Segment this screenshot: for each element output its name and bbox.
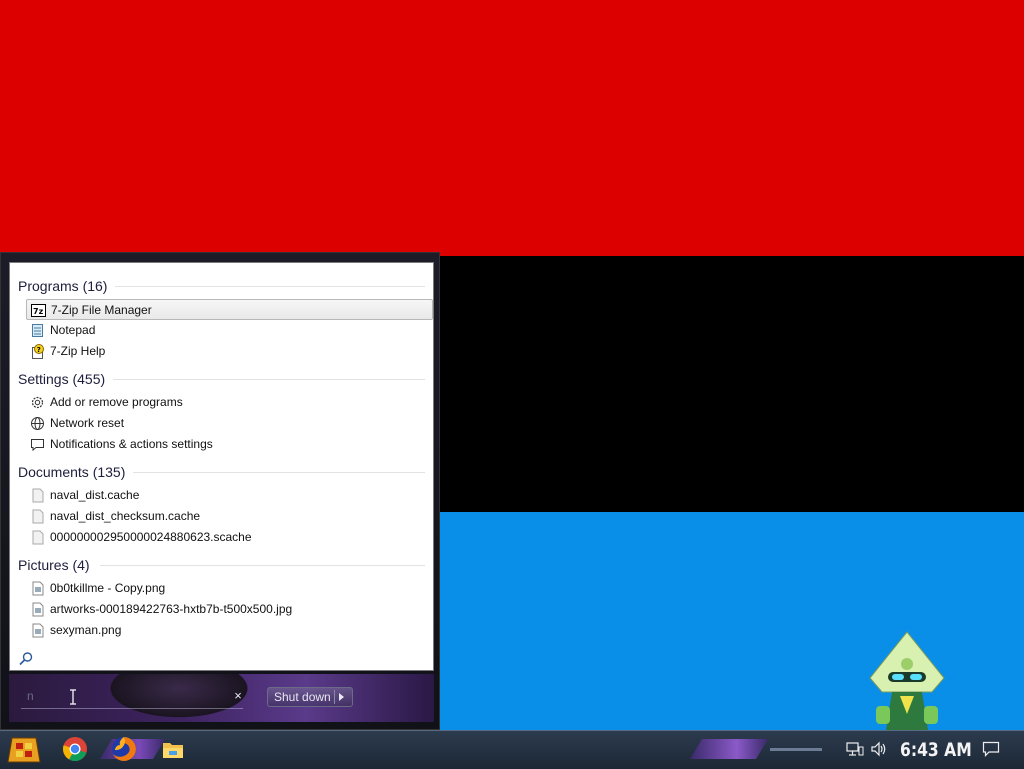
result-item-label: Notifications & actions settings bbox=[50, 437, 213, 451]
search-input-text: n bbox=[27, 689, 34, 703]
result-item-label: 000000002950000024880623.scache bbox=[50, 530, 252, 544]
image-file-icon bbox=[30, 581, 45, 596]
group-divider bbox=[100, 565, 425, 566]
text-cursor-icon bbox=[70, 689, 76, 705]
group-divider bbox=[100, 286, 425, 287]
chrome-icon[interactable] bbox=[62, 736, 88, 762]
taskbar-decoration bbox=[690, 739, 768, 759]
search-input[interactable]: n × bbox=[21, 686, 243, 709]
result-item-label: 7-Zip Help bbox=[50, 344, 106, 358]
globe-icon bbox=[30, 416, 45, 431]
result-item-label: Network reset bbox=[50, 416, 125, 430]
firefox-icon[interactable] bbox=[111, 736, 137, 762]
shutdown-options-arrow-icon[interactable] bbox=[339, 693, 344, 701]
result-item-label: naval_dist.cache bbox=[50, 488, 140, 502]
notification-icon bbox=[30, 437, 45, 452]
result-item-notepad[interactable]: Notepad bbox=[26, 320, 430, 341]
file-explorer-icon[interactable] bbox=[160, 736, 186, 762]
result-item-document[interactable]: 000000002950000024880623.scache bbox=[26, 527, 430, 548]
taskbar: 6:43 AM bbox=[0, 730, 1024, 769]
taskbar-decoration bbox=[770, 748, 822, 751]
shutdown-button[interactable]: Shut down bbox=[267, 687, 353, 707]
svg-text:7z: 7z bbox=[33, 307, 44, 316]
wallpaper-red-band bbox=[0, 0, 1024, 256]
search-bar-area: n × Shut down bbox=[9, 674, 434, 722]
network-icon[interactable] bbox=[846, 741, 864, 757]
result-item-7zip-help[interactable]: ? 7-Zip Help bbox=[26, 341, 430, 362]
result-item-document[interactable]: naval_dist.cache bbox=[26, 485, 430, 506]
result-item-picture[interactable]: sexyman.png bbox=[26, 620, 430, 641]
svg-text:?: ? bbox=[37, 346, 41, 354]
result-item-7zip-file-manager[interactable]: 7z 7-Zip File Manager bbox=[26, 299, 433, 320]
see-more-results-icon[interactable] bbox=[18, 651, 34, 667]
start-menu: Programs (16) 7z 7-Zip File Manager Note… bbox=[0, 252, 440, 730]
action-center-icon[interactable] bbox=[982, 741, 1000, 757]
image-file-icon bbox=[30, 602, 45, 617]
group-title: Pictures (4) bbox=[18, 555, 98, 575]
start-orb-icon[interactable] bbox=[6, 734, 42, 766]
file-icon bbox=[30, 488, 45, 503]
result-item-label: Add or remove programs bbox=[50, 395, 183, 409]
group-title: Settings (455) bbox=[18, 369, 114, 389]
volume-icon[interactable] bbox=[870, 741, 888, 757]
result-item-label: 7-Zip File Manager bbox=[51, 303, 152, 317]
result-item-label: naval_dist_checksum.cache bbox=[50, 509, 201, 523]
result-item-picture[interactable]: artworks-000189422763-hxtb7b-t500x500.jp… bbox=[26, 599, 430, 620]
result-item-document[interactable]: naval_dist_checksum.cache bbox=[26, 506, 430, 527]
result-item-picture[interactable]: 0b0tkillme - Copy.png bbox=[26, 578, 430, 599]
character-decoration bbox=[869, 631, 945, 730]
search-results-panel: Programs (16) 7z 7-Zip File Manager Note… bbox=[9, 262, 434, 671]
taskbar-clock[interactable]: 6:43 AM bbox=[900, 737, 972, 763]
help-file-icon: ? bbox=[30, 344, 45, 359]
result-item-add-remove-programs[interactable]: Add or remove programs bbox=[26, 392, 430, 413]
group-title: Programs (16) bbox=[18, 276, 116, 296]
shutdown-label: Shut down bbox=[274, 690, 331, 704]
group-title: Documents (135) bbox=[18, 462, 134, 482]
image-file-icon bbox=[30, 623, 45, 638]
clear-search-button[interactable]: × bbox=[231, 688, 245, 703]
group-divider bbox=[100, 472, 425, 473]
7zip-icon: 7z bbox=[31, 303, 46, 318]
result-item-label: 0b0tkillme - Copy.png bbox=[50, 581, 166, 595]
gear-icon bbox=[30, 395, 45, 410]
result-item-label: sexyman.png bbox=[50, 623, 122, 637]
shutdown-divider bbox=[334, 690, 335, 704]
result-item-network-reset[interactable]: Network reset bbox=[26, 413, 430, 434]
group-divider bbox=[100, 379, 425, 380]
result-item-label: artworks-000189422763-hxtb7b-t500x500.jp… bbox=[50, 602, 293, 616]
result-item-notifications-settings[interactable]: Notifications & actions settings bbox=[26, 434, 430, 455]
result-item-label: Notepad bbox=[50, 323, 96, 337]
notepad-icon bbox=[30, 323, 45, 338]
file-icon bbox=[30, 509, 45, 524]
file-icon bbox=[30, 530, 45, 545]
